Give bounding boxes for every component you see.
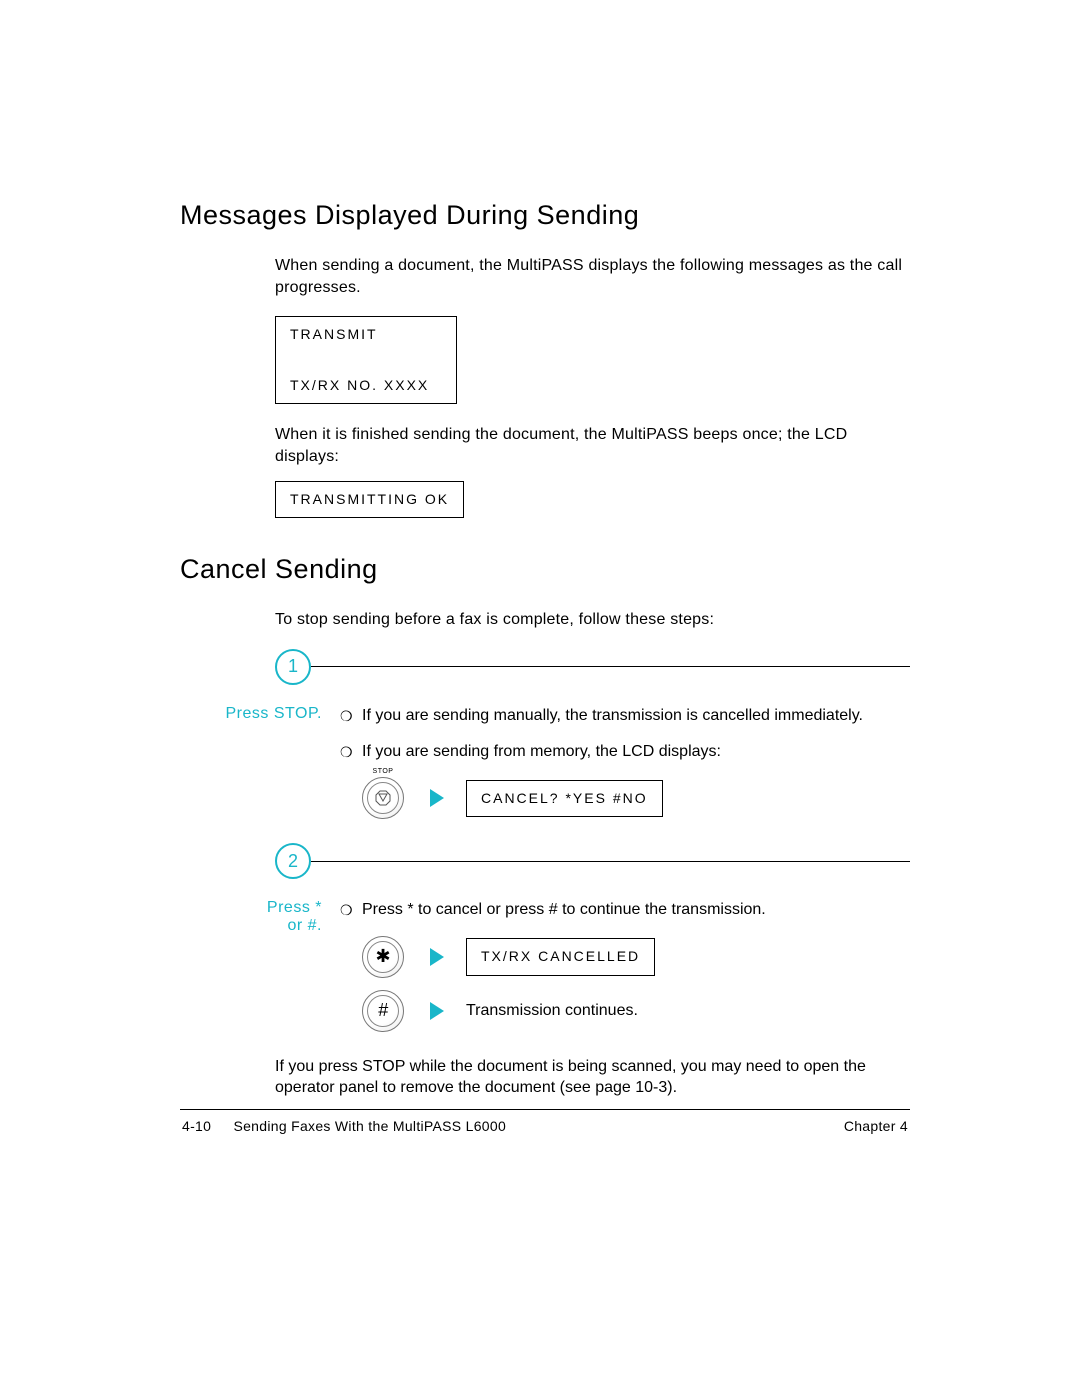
step-1: 1 Press STOP. ❍ If you are sending manua… (180, 649, 910, 826)
lcd-line-txrxno: TX/RX NO. XXXX (276, 368, 456, 403)
stop-button: STOP (362, 777, 404, 819)
manual-page: Messages Displayed During Sending When s… (0, 0, 1080, 1397)
footer-rule (180, 1109, 910, 1110)
stop-icon (367, 782, 399, 814)
heading-messages-displayed: Messages Displayed During Sending (180, 200, 910, 231)
arrow-icon (430, 948, 444, 966)
step-1-content: ❍ If you are sending manually, the trans… (340, 705, 910, 826)
star-button: ✱ (362, 936, 404, 978)
step-1-left-label: Press STOP. (180, 705, 340, 826)
step-badge-1: 1 (275, 649, 311, 685)
paragraph-intro-2: When it is finished sending the document… (275, 424, 910, 467)
stop-button-label: STOP (373, 767, 394, 777)
step-2-header: 2 (275, 843, 910, 879)
bullet-icon: ❍ (340, 741, 362, 763)
footer-chapter: Chapter 4 (844, 1118, 908, 1134)
note-paragraph: If you press STOP while the document is … (275, 1056, 910, 1099)
footer-title: Sending Faxes With the MultiPASS L6000 (233, 1118, 506, 1134)
lcd-line-transmitting-ok: TRANSMITTING OK (275, 481, 464, 518)
step-divider (311, 861, 910, 862)
step-1-bullet-1: If you are sending manually, the transmi… (362, 705, 910, 727)
arrow-icon (430, 1002, 444, 1020)
hash-button: # (362, 990, 404, 1032)
bullet-icon: ❍ (340, 899, 362, 921)
step-2-content: ❍ Press * to cancel or press # to contin… (340, 899, 910, 1037)
star-icon: ✱ (367, 941, 399, 973)
lcd-line-txrx-cancelled: TX/RX CANCELLED (466, 938, 655, 976)
bullet-icon: ❍ (340, 705, 362, 727)
footer-page-number: 4-10 (182, 1118, 211, 1134)
step-2: 2 Press * or #. ❍ Press * to cancel or p… (180, 843, 910, 1037)
lcd-block-transmit: TRANSMIT TX/RX NO. XXXX (275, 316, 910, 404)
step-2-hash-row: # Transmission continues. (362, 990, 910, 1032)
step-1-bullet-2: If you are sending from memory, the LCD … (362, 741, 910, 763)
footer-left: 4-10 Sending Faxes With the MultiPASS L6… (182, 1118, 506, 1134)
step-1-header: 1 (275, 649, 910, 685)
hash-icon: # (367, 995, 399, 1027)
step-badge-2: 2 (275, 843, 311, 879)
lcd-display: TRANSMIT TX/RX NO. XXXX (275, 316, 457, 404)
paragraph-intro-1: When sending a document, the MultiPASS d… (275, 255, 910, 298)
step-2-left-line1: Press * (180, 899, 322, 917)
step-2-star-row: ✱ TX/RX CANCELLED (362, 936, 910, 978)
transmission-continues-text: Transmission continues. (466, 1000, 638, 1022)
page-footer: 4-10 Sending Faxes With the MultiPASS L6… (180, 1118, 910, 1134)
lcd-block-ok: TRANSMITTING OK (275, 481, 910, 518)
arrow-icon (430, 789, 444, 807)
step-2-left-label: Press * or #. (180, 899, 340, 1037)
lcd-line-cancel-prompt: CANCEL? *YES #NO (466, 780, 663, 818)
paragraph-cancel-intro: To stop sending before a fax is complete… (275, 609, 910, 631)
lcd-line-transmit: TRANSMIT (276, 317, 456, 352)
step-1-press-row: STOP CANCEL? *YES #NO (362, 777, 910, 819)
step-2-bullet: Press * to cancel or press # to continue… (362, 899, 910, 921)
step-2-left-line2: or #. (180, 917, 322, 935)
step-divider (311, 666, 910, 667)
heading-cancel-sending: Cancel Sending (180, 554, 910, 585)
